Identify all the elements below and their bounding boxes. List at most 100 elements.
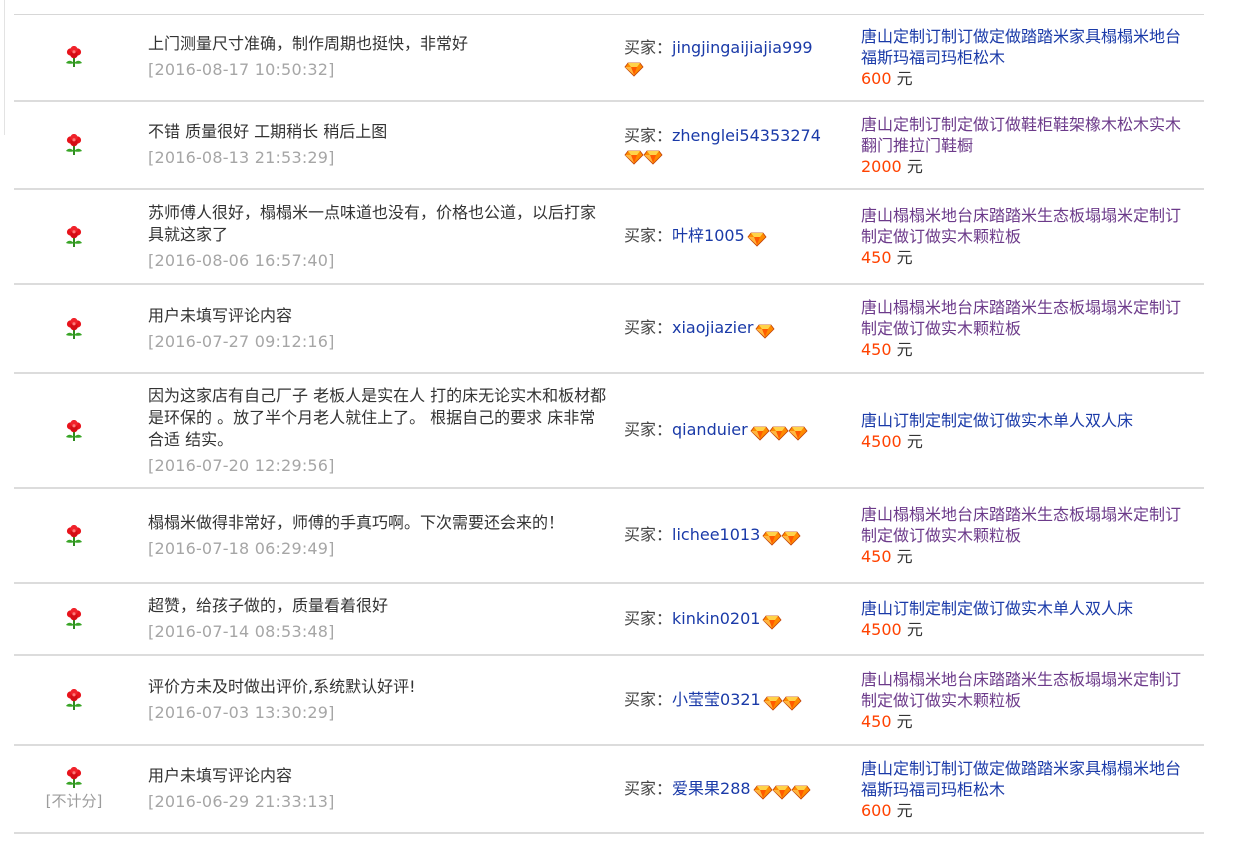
buyer-credit-gems	[753, 778, 811, 802]
rating-cell	[14, 190, 134, 283]
buyer-label: 买家：	[624, 608, 673, 628]
review-row: 苏师傅人很好，榻榻米一点味道也没有，价格也公道，以后打家具就这家了 [2016-0…	[14, 190, 1204, 285]
flower-icon	[64, 419, 84, 442]
review-comment: 不错 质量很好 工期稍长 稍后上图	[148, 122, 388, 141]
item-price: 4500	[861, 431, 902, 451]
flower-icon	[64, 688, 84, 711]
item-cell: 唐山定制订制定做订做鞋柜鞋架橡木松木实木翻门推拉门鞋橱 2000 元	[861, 102, 1196, 188]
buyer-name-link[interactable]: xiaojiazier	[672, 318, 753, 337]
item-price: 4500	[861, 620, 902, 639]
comment-cell: 上门测量尺寸准确，制作周期也挺快，非常好 [2016-08-17 10:50:32…	[148, 14, 608, 100]
review-date: [2016-08-06 16:57:40]	[148, 250, 335, 270]
diamond-icon	[762, 613, 782, 630]
flower-icon	[64, 45, 84, 68]
flower-icon	[64, 317, 84, 340]
item-title-link[interactable]: 唐山榻榻米地台床踏踏米生态板塌塌米定制订制定做订做实木颗粒板	[861, 297, 1196, 339]
review-date: [2016-07-20 12:29:56]	[148, 455, 335, 475]
item-cell: 唐山榻榻米地台床踏踏米生态板塌塌米定制订制定做订做实木颗粒板 450 元	[861, 285, 1196, 372]
buyer-name-link[interactable]: kinkin0201	[672, 609, 760, 628]
buyer-name-link[interactable]: qianduier	[672, 420, 748, 439]
diamond-icon	[750, 424, 770, 441]
item-cell: 唐山订制定制定做订做实木单人双人床 4500 元	[861, 584, 1196, 654]
rating-cell	[14, 584, 134, 654]
buyer-cell: 买家：小莹莹0321	[624, 656, 854, 744]
buyer-name-link[interactable]: jingjingaijiajia999	[672, 38, 813, 57]
currency-unit: 元	[896, 248, 913, 267]
comment-cell: 评价方未及时做出评价,系统默认好评! [2016-07-03 13:30:29]	[148, 656, 608, 744]
buyer-info: 买家：jingjingaijiajia999	[624, 36, 854, 60]
item-cell: 唐山榻榻米地台床踏踏米生态板塌塌米定制订制定做订做实木颗粒板 450 元	[861, 190, 1196, 283]
buyer-credit-gems	[624, 60, 854, 78]
flower-icon	[64, 524, 84, 547]
diamond-icon	[624, 150, 644, 165]
review-row: 因为这家店有自己厂子 老板人是实在人 打的床无论实木和板材都是环保的 。放了半个…	[14, 374, 1204, 489]
review-comment: 苏师傅人很好，榻榻米一点味道也没有，价格也公道，以后打家具就这家了	[148, 202, 597, 244]
diamond-icon	[624, 62, 644, 77]
review-date: [2016-07-03 13:30:29]	[148, 703, 335, 722]
review-row: 用户未填写评论内容 [2016-07-27 09:12:16] 买家：xiaojia…	[14, 285, 1204, 374]
buyer-label: 买家：	[624, 38, 673, 57]
buyer-info: 买家：kinkin0201	[624, 607, 854, 632]
buyer-name-link[interactable]: 小莹莹0321	[672, 690, 761, 709]
review-comment: 因为这家店有自己厂子 老板人是实在人 打的床无论实木和板材都是环保的 。放了半个…	[148, 385, 607, 449]
item-title-link[interactable]: 唐山榻榻米地台床踏踏米生态板塌塌米定制订制定做订做实木颗粒板	[861, 205, 1196, 247]
item-price-line: 4500 元	[861, 431, 1196, 452]
item-title-link[interactable]: 唐山定制订制订做定做踏踏米家具榻榻米地台福斯玛福司玛柜松木	[861, 758, 1196, 800]
item-price-line: 4500 元	[861, 619, 1196, 640]
buyer-cell: 买家：xiaojiazier	[624, 285, 854, 372]
buyer-label: 买家：	[624, 689, 673, 709]
item-price: 600	[861, 800, 892, 820]
review-date: [2016-08-13 21:53:29]	[148, 148, 335, 167]
currency-unit: 元	[896, 547, 913, 566]
buyer-info: 买家：xiaojiazier	[624, 316, 854, 341]
diamond-icon	[782, 694, 802, 711]
item-title-link[interactable]: 唐山定制订制订做定做踏踏米家具榻榻米地台福斯玛福司玛柜松木	[861, 26, 1196, 68]
buyer-name-link[interactable]: 叶梓1005	[672, 226, 745, 245]
currency-unit: 元	[896, 711, 913, 731]
diamond-icon	[769, 424, 789, 441]
buyer-label: 买家：	[624, 525, 673, 544]
comment-cell: 榻榻米做得非常好，师傅的手真巧啊。下次需要还会来的！ [2016-07-18 06…	[148, 489, 608, 582]
currency-unit: 元	[906, 431, 923, 451]
review-comment: 评价方未及时做出评价,系统默认好评!	[148, 677, 416, 696]
item-price: 450	[861, 711, 892, 731]
item-title-link[interactable]: 唐山订制定制定做订做实木单人双人床	[861, 410, 1196, 431]
flower-icon	[64, 225, 84, 248]
buyer-cell: 买家：jingjingaijiajia999	[624, 14, 854, 100]
buyer-label: 买家：	[624, 318, 673, 337]
rating-cell: [不计分]	[14, 746, 134, 832]
item-title-link[interactable]: 唐山定制订制定做订做鞋柜鞋架橡木松木实木翻门推拉门鞋橱	[861, 114, 1196, 156]
rating-cell	[14, 489, 134, 582]
rating-cell	[14, 102, 134, 188]
item-cell: 唐山定制订制订做定做踏踏米家具榻榻米地台福斯玛福司玛柜松木 600 元	[861, 14, 1196, 100]
item-title-link[interactable]: 唐山榻榻米地台床踏踏米生态板塌塌米定制订制定做订做实木颗粒板	[861, 669, 1196, 711]
buyer-credit-gems	[762, 524, 801, 548]
buyer-name-link[interactable]: 爱果果288	[672, 779, 751, 798]
buyer-info: 买家：lichee1013	[624, 523, 854, 548]
item-title-link[interactable]: 唐山订制定制定做订做实木单人双人床	[861, 598, 1196, 619]
currency-unit: 元	[896, 340, 913, 359]
buyer-name-link[interactable]: lichee1013	[672, 525, 760, 544]
comment-cell: 用户未填写评论内容 [2016-06-29 21:33:13]	[148, 746, 608, 832]
buyer-info: 买家：爱果果288	[624, 777, 854, 802]
item-price-line: 450 元	[861, 711, 1196, 732]
buyer-cell: 买家：qianduier	[624, 374, 854, 487]
currency-unit: 元	[906, 156, 923, 176]
item-price-line: 450 元	[861, 339, 1196, 360]
currency-unit: 元	[896, 800, 913, 820]
diamond-icon	[753, 783, 773, 800]
item-price-line: 450 元	[861, 546, 1196, 567]
buyer-cell: 买家：叶梓1005	[624, 190, 854, 283]
rating-cell	[14, 14, 134, 100]
review-date: [2016-07-14 08:53:48]	[148, 622, 335, 641]
review-comment: 超赞，给孩子做的，质量看着很好	[148, 596, 389, 615]
diamond-icon	[762, 529, 782, 546]
item-title-link[interactable]: 唐山榻榻米地台床踏踏米生态板塌塌米定制订制定做订做实木颗粒板	[861, 504, 1196, 546]
buyer-credit-gems	[624, 148, 854, 166]
buyer-name-link[interactable]: zhenglei54353274	[672, 126, 821, 145]
buyer-info: 买家：小莹莹0321	[624, 688, 854, 713]
flower-icon	[64, 607, 84, 630]
review-row: 不错 质量很好 工期稍长 稍后上图 [2016-08-13 21:53:29] 买家…	[14, 102, 1204, 190]
comment-cell: 不错 质量很好 工期稍长 稍后上图 [2016-08-13 21:53:29]	[148, 102, 608, 188]
comment-cell: 苏师傅人很好，榻榻米一点味道也没有，价格也公道，以后打家具就这家了 [2016-0…	[148, 190, 608, 283]
